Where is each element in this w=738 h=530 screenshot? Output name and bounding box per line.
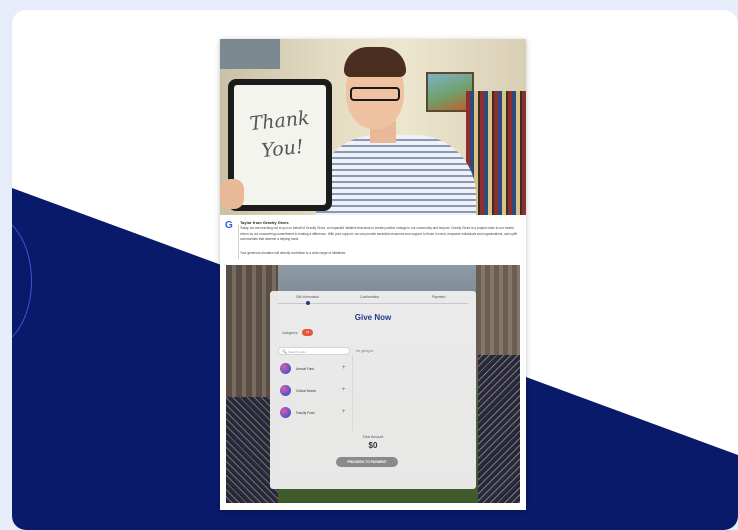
step-gift-information[interactable]: Gift Information [296, 295, 319, 299]
fund-list: Annual Fund + Critical Needs + Faculty F… [278, 359, 352, 429]
proceed-to-payment-button[interactable]: PROCEED TO PAYMENT [336, 457, 398, 467]
content-card: Thank You! G Taylor from Gravity Gives T… [12, 10, 738, 530]
add-fund-icon[interactable]: + [342, 365, 346, 371]
giving-to-label: I'm giving to: [356, 349, 374, 353]
person-hair [344, 47, 406, 77]
column-divider [352, 355, 353, 431]
thank-you-video[interactable]: Thank You! [220, 39, 526, 215]
message-body: Today, we are reaching out to you on beh… [240, 226, 518, 241]
categories-label: Categories [282, 331, 298, 335]
fund-avatar-icon [280, 385, 291, 396]
message-sender: Taylor from Gravity Gives [240, 220, 289, 225]
search-icon: 🔍 [282, 349, 287, 354]
crowd-right [478, 355, 520, 503]
add-fund-icon[interactable]: + [342, 387, 346, 393]
fund-avatar-icon [280, 363, 291, 374]
add-fund-icon[interactable]: + [342, 409, 346, 415]
fund-label: Annual Fund [296, 367, 315, 371]
total-amount-value: $0 [368, 441, 378, 450]
categories-badge[interactable]: All [302, 329, 313, 336]
fund-label: Critical Needs [296, 389, 316, 393]
window-image [220, 39, 280, 69]
message-footer: Your generous donation will directly con… [240, 251, 347, 255]
fund-item[interactable]: Faculty Fund + [278, 403, 352, 423]
message-divider [238, 225, 239, 259]
person-shirt [316, 135, 476, 215]
fund-item[interactable]: Annual Fund + [278, 359, 352, 379]
gravity-logo-icon: G [225, 220, 233, 231]
step-confirmation[interactable]: Confirmation [360, 295, 379, 299]
give-now-title: Give Now [354, 313, 392, 322]
fund-avatar-icon [280, 407, 291, 418]
handwritten-note: Thank You! [243, 103, 318, 166]
fund-label: Faculty Fund [296, 411, 315, 415]
give-now-widget: Gift Information Confirmation Payment Gi… [270, 291, 476, 489]
step-payment[interactable]: Payment [432, 295, 445, 299]
person-hand [220, 179, 244, 209]
step-indicator [306, 301, 310, 305]
search-placeholder: Search funds [288, 349, 306, 354]
person-glasses [350, 87, 400, 101]
total-amount-label: Total Amount [362, 435, 384, 439]
tablet-screen: Thank You! [234, 85, 326, 205]
progress-steps: Gift Information Confirmation Payment [270, 291, 476, 305]
fund-search-input[interactable]: 🔍 Search funds [278, 347, 350, 355]
fund-item[interactable]: Critical Needs + [278, 381, 352, 401]
message-block: G Taylor from Gravity Gives Today, we ar… [220, 215, 526, 263]
